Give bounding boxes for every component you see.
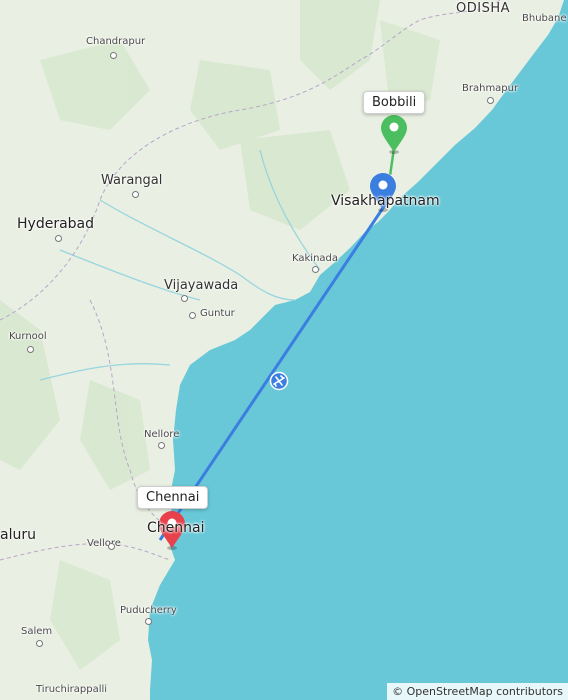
city-label-kakinada: Kakinada [292, 253, 339, 264]
destination-marker-label[interactable]: Chennai [137, 486, 209, 509]
city-label-chandrapur: Chandrapur [86, 36, 146, 47]
city-label-kurnool: Kurnool [9, 331, 47, 342]
city-dot [55, 235, 62, 242]
region-label-odisha: ODISHA [456, 1, 510, 16]
city-label-salem: Salem [21, 626, 53, 637]
city-dot [108, 543, 115, 550]
city-label-warangal: Warangal [101, 173, 163, 188]
city-dot [110, 52, 117, 59]
city-dot [312, 266, 319, 273]
city-label-bhubaneswar: Bhubane [522, 13, 567, 24]
city-dot [189, 312, 196, 319]
city-dot [145, 618, 152, 625]
map-canvas[interactable]: ODISHA Bhubane Chandrapur Brahmapur Wara… [0, 0, 568, 700]
route-overlay [158, 115, 407, 550]
city-label-tiruchirappalli: Tiruchirappalli [36, 684, 108, 695]
start-marker-pin[interactable] [381, 115, 407, 154]
city-label-guntur: Guntur [200, 308, 235, 319]
city-dot [36, 640, 43, 647]
city-label-vellore: Vellore [87, 538, 121, 549]
city-dot [158, 442, 165, 449]
map-attribution[interactable]: © OpenStreetMap contributors [387, 683, 568, 700]
city-label-vijayawada: Vijayawada [164, 278, 239, 293]
airplane-icon [269, 371, 289, 391]
city-label-bengaluru: aluru [0, 527, 36, 543]
city-label-nellore: Nellore [144, 429, 180, 440]
city-label-visakhapatnam: Visakhapatnam [331, 193, 440, 209]
city-label-brahmapur: Brahmapur [462, 83, 519, 94]
city-label-chennai: Chennai [147, 520, 205, 536]
city-dot [132, 191, 139, 198]
city-dot [181, 295, 188, 302]
city-dot [27, 346, 34, 353]
start-marker-label[interactable]: Bobbili [363, 91, 426, 114]
city-label-hyderabad: Hyderabad [17, 216, 94, 232]
city-dot [487, 97, 494, 104]
city-label-puducherry: Puducherry [120, 605, 177, 616]
